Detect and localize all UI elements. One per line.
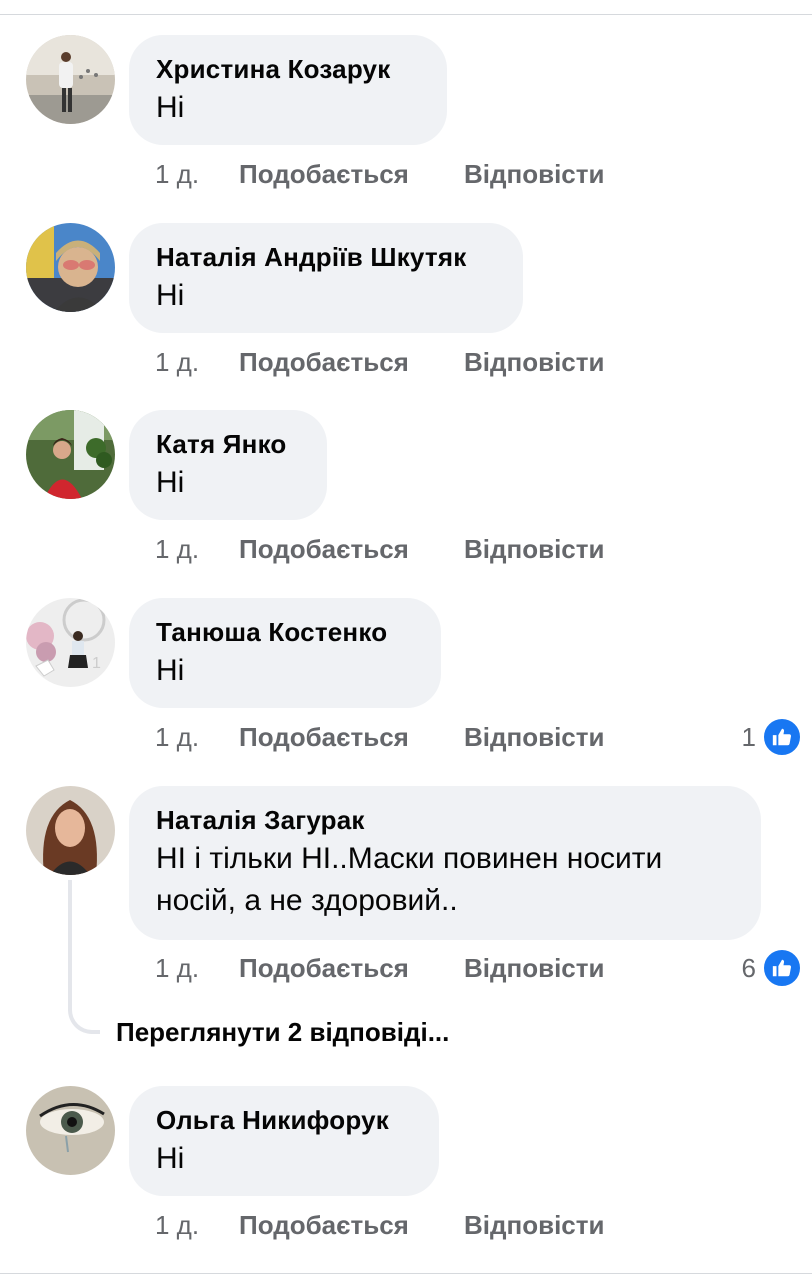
reply-button[interactable]: Відповісти bbox=[464, 952, 604, 984]
avatar[interactable] bbox=[26, 786, 115, 875]
reply-button[interactable]: Відповісти bbox=[464, 158, 604, 190]
avatar[interactable] bbox=[26, 35, 115, 124]
avatar[interactable] bbox=[26, 1086, 115, 1175]
reply-button[interactable]: Відповісти bbox=[464, 533, 604, 565]
reply-button[interactable]: Відповісти bbox=[464, 1209, 604, 1241]
comment-author[interactable]: Ольга Никифорук bbox=[156, 1104, 413, 1136]
like-button[interactable]: Подобається bbox=[239, 1209, 409, 1241]
comment-time[interactable]: 1 д. bbox=[155, 346, 199, 378]
top-divider bbox=[0, 0, 812, 15]
like-button[interactable]: Подобається bbox=[239, 721, 409, 753]
comment-bubble: Наталія Загурак НІ і тільки НІ..Маски по… bbox=[129, 786, 761, 940]
reaction-count: 1 bbox=[741, 721, 756, 752]
comment-bubble: Ольга Никифорук Ні bbox=[129, 1086, 439, 1196]
reaction-summary[interactable]: 1 bbox=[741, 717, 802, 757]
comment-time[interactable]: 1 д. bbox=[155, 533, 199, 565]
comment-author[interactable]: Танюша Костенко bbox=[156, 616, 415, 648]
avatar[interactable]: 1 bbox=[26, 598, 115, 687]
comment-text: Ні bbox=[156, 279, 185, 312]
reaction-count: 6 bbox=[741, 952, 756, 983]
thumbs-up-icon bbox=[762, 717, 802, 757]
view-replies-link[interactable]: Переглянути 2 відповіді... bbox=[116, 1015, 449, 1049]
comment-time[interactable]: 1 д. bbox=[155, 721, 199, 753]
reply-button[interactable]: Відповісти bbox=[464, 721, 604, 753]
comment-text: Ні bbox=[156, 654, 185, 687]
comment-text: Ні bbox=[156, 466, 185, 499]
like-button[interactable]: Подобається bbox=[239, 158, 409, 190]
comment-author[interactable]: Катя Янко bbox=[156, 428, 301, 460]
like-button[interactable]: Подобається bbox=[239, 952, 409, 984]
comment-author[interactable]: Наталія Андріїв Шкутяк bbox=[156, 241, 497, 273]
comment-time[interactable]: 1 д. bbox=[155, 952, 199, 984]
comment-bubble: Катя Янко Ні bbox=[129, 410, 327, 520]
reply-button[interactable]: Відповісти bbox=[464, 346, 604, 378]
like-button[interactable]: Подобається bbox=[239, 533, 409, 565]
comment-text-line: НІ і тільки НІ..Маски повинен носити bbox=[156, 842, 663, 875]
comment-text-line: носій, а не здоровий.. bbox=[156, 884, 458, 917]
comment-author[interactable]: Христина Козарук bbox=[156, 53, 421, 85]
avatar[interactable] bbox=[26, 410, 115, 499]
comment-bubble: Наталія Андріїв Шкутяк Ні bbox=[129, 223, 523, 333]
thumbs-up-icon bbox=[762, 948, 802, 988]
like-button[interactable]: Подобається bbox=[239, 346, 409, 378]
comment-text: Ні bbox=[156, 1142, 185, 1175]
comment-author[interactable]: Наталія Загурак bbox=[156, 804, 735, 836]
bottom-divider bbox=[0, 1273, 812, 1274]
reaction-summary[interactable]: 6 bbox=[741, 948, 802, 988]
comment-bubble: Танюша Костенко Ні bbox=[129, 598, 441, 708]
comment-bubble: Христина Козарук Ні bbox=[129, 35, 447, 145]
comment-time[interactable]: 1 д. bbox=[155, 1209, 199, 1241]
comment-time[interactable]: 1 д. bbox=[155, 158, 199, 190]
avatar[interactable] bbox=[26, 223, 115, 312]
thread-connector-line bbox=[68, 880, 100, 1034]
comment-text: Ні bbox=[156, 91, 185, 124]
svg-text:1: 1 bbox=[92, 655, 101, 672]
